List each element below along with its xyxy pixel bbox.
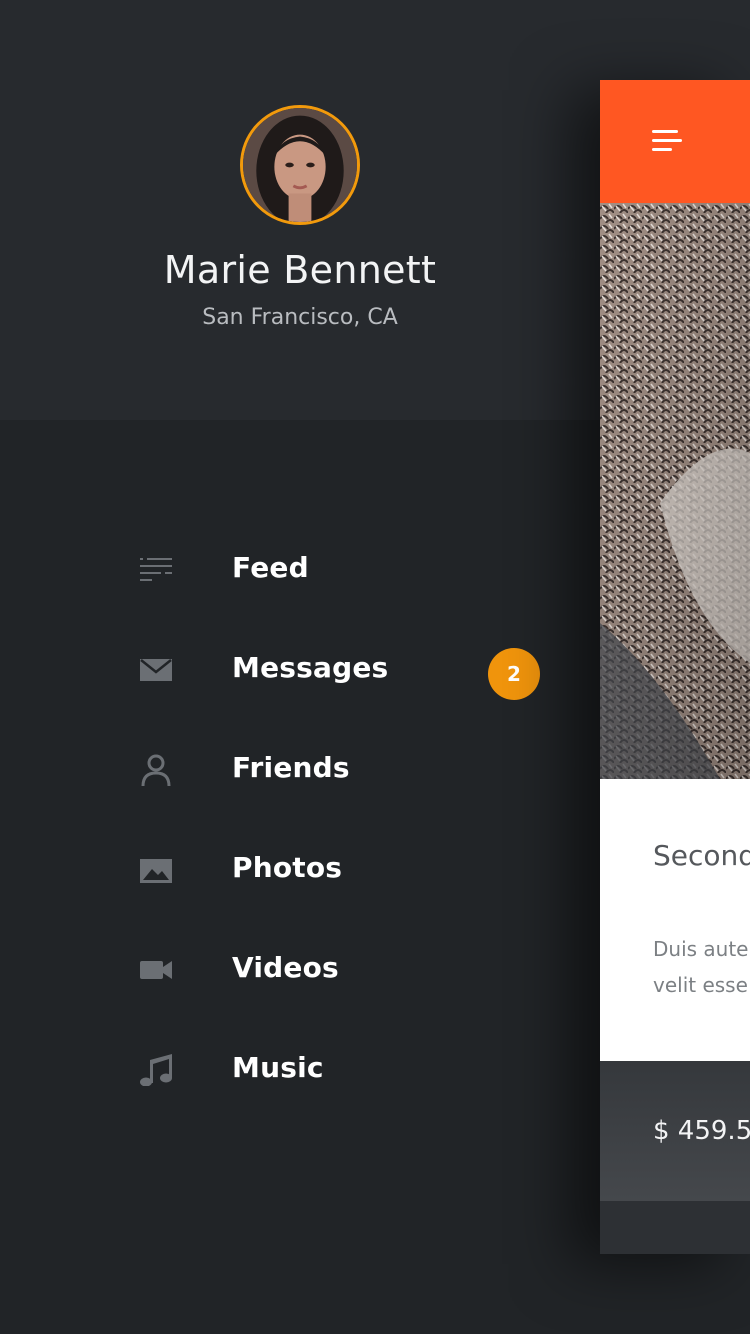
menu-item-videos[interactable]: Videos	[0, 920, 600, 1020]
menu-item-label: Friends	[232, 751, 350, 784]
person-icon	[140, 754, 172, 786]
avatar[interactable]	[240, 105, 360, 225]
menu-item-friends[interactable]: Friends	[0, 720, 600, 820]
image-icon	[140, 854, 172, 886]
main-content-panel[interactable]: Second Duis aute velit esse $ 459.5	[600, 80, 750, 1254]
envelope-icon	[140, 654, 172, 686]
menu-item-label: Feed	[232, 551, 309, 584]
avatar-image	[243, 108, 357, 222]
post-card[interactable]: Second Duis aute velit esse	[600, 779, 750, 1061]
card-footer: $ 459.5	[600, 1061, 750, 1201]
video-camera-icon	[140, 954, 172, 986]
card-text-line: Duis aute	[653, 937, 749, 961]
menu-item-photos[interactable]: Photos	[0, 820, 600, 920]
menu-item-label: Messages	[232, 651, 389, 684]
hero-image	[600, 203, 750, 779]
card-text-line: velit esse	[653, 973, 748, 997]
hamburger-icon[interactable]	[652, 130, 682, 154]
music-note-icon	[140, 1054, 172, 1086]
app-screen: Marie Bennett San Francisco, CA Feed Mes…	[0, 0, 750, 1334]
drawer-menu: Feed Messages Friends Photos Videos Musi…	[0, 520, 600, 1120]
card-title: Second	[653, 839, 750, 872]
menu-item-label: Videos	[232, 951, 339, 984]
menu-item-music[interactable]: Music	[0, 1020, 600, 1120]
menu-item-label: Photos	[232, 851, 343, 884]
profile-location: San Francisco, CA	[202, 305, 398, 330]
menu-item-feed[interactable]: Feed	[0, 520, 600, 620]
price-label: $ 459.5	[653, 1116, 750, 1146]
top-app-bar	[600, 80, 750, 203]
profile-name: Marie Bennett	[163, 248, 437, 292]
messages-badge: 2	[488, 648, 540, 700]
feed-icon	[140, 554, 172, 586]
card-text: Duis aute velit esse	[653, 931, 750, 1003]
card-bottom-strip	[600, 1201, 750, 1254]
menu-item-label: Music	[232, 1051, 324, 1084]
